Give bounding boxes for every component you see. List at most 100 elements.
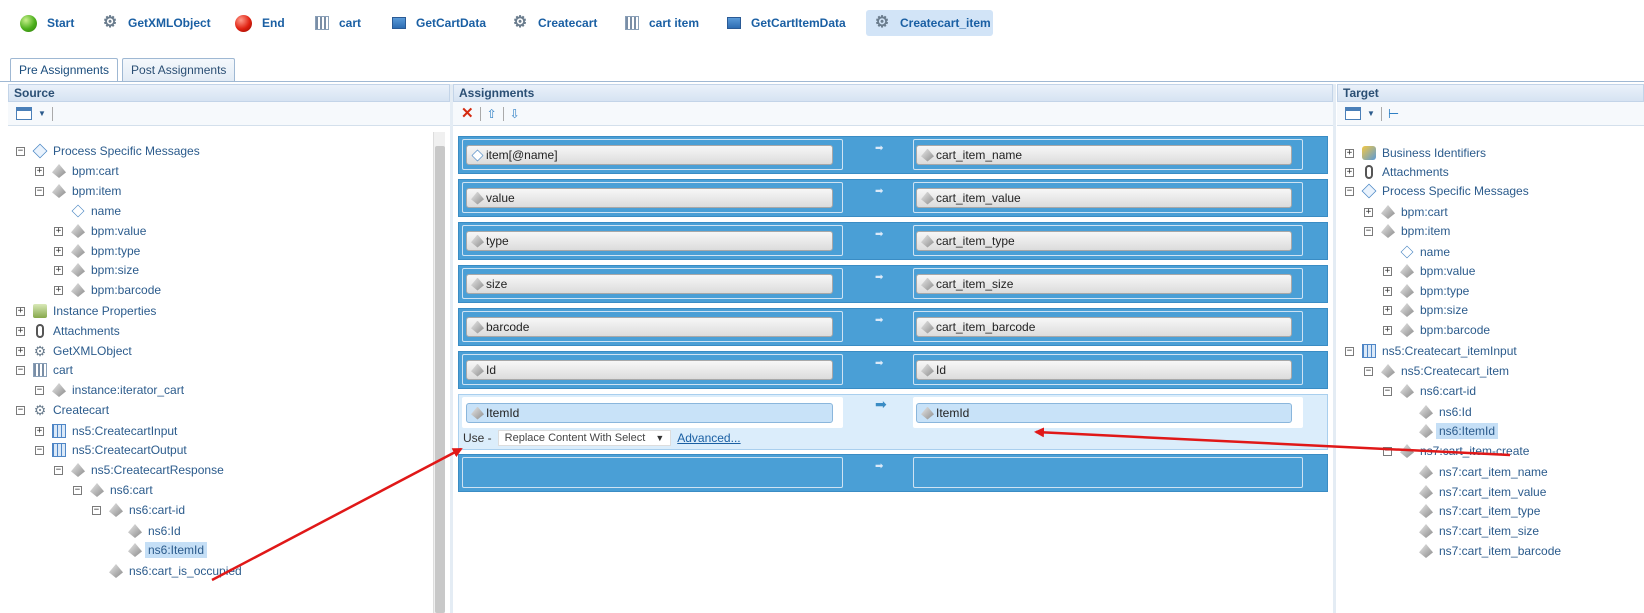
toolbar-item-start[interactable]: Start <box>12 10 84 36</box>
collapse-icon[interactable]: − <box>35 385 44 395</box>
tree-node[interactable]: − ns6:cart <box>73 481 153 499</box>
collapse-icon[interactable]: − <box>54 465 63 475</box>
tree-node[interactable]: + bpm:size <box>54 261 139 279</box>
source-field[interactable]: Id <box>466 360 833 380</box>
toolbar-item-getxmlobject[interactable]: ⚙ GetXMLObject <box>94 10 221 36</box>
collapse-icon[interactable]: − <box>1364 366 1373 376</box>
target-field[interactable]: cart_item_type <box>916 231 1292 251</box>
assignment-row[interactable]: Id Id ➡ <box>458 351 1328 389</box>
collapse-icon[interactable]: − <box>35 445 44 455</box>
target-field[interactable]: cart_item_barcode <box>916 317 1292 337</box>
tree-node[interactable]: − ns5:CreatecartResponse <box>54 461 224 479</box>
expand-icon[interactable]: + <box>1383 305 1392 315</box>
tree-node[interactable]: − Process Specific Messages <box>16 142 200 160</box>
target-field[interactable]: Id <box>916 360 1292 380</box>
advanced-link[interactable]: Advanced... <box>677 431 740 445</box>
assignment-row[interactable]: ➡ <box>458 454 1328 492</box>
tree-node[interactable]: − bpm:item <box>1364 222 1450 240</box>
expand-icon[interactable]: + <box>35 166 44 176</box>
toolbar-item-createcart[interactable]: ⚙ Createcart <box>504 10 607 36</box>
tree-node[interactable]: − instance:iterator_cart <box>35 381 184 399</box>
tree-node[interactable]: ns7:cart_item_type <box>1402 502 1540 520</box>
tree-node[interactable]: + bpm:cart <box>35 162 119 180</box>
expand-icon[interactable]: + <box>1383 325 1392 335</box>
tree-node[interactable]: − ns6:cart-id <box>92 501 185 519</box>
collapse-icon[interactable]: − <box>35 186 44 196</box>
source-field[interactable]: type <box>466 231 833 251</box>
expand-icon[interactable]: + <box>54 285 63 295</box>
tree-node[interactable]: ns6:ItemId <box>111 541 208 559</box>
tree-node[interactable]: − ns7:cart_item-create <box>1383 442 1529 460</box>
tree-node[interactable]: + Attachments <box>16 322 120 340</box>
tree-structure-icon[interactable]: ⊢ <box>1388 106 1399 122</box>
target-field[interactable]: cart_item_name <box>916 145 1292 165</box>
expand-icon[interactable]: + <box>1345 148 1354 158</box>
collapse-icon[interactable]: − <box>1364 226 1373 236</box>
tree-node[interactable]: ns7:cart_item_name <box>1402 463 1548 481</box>
source-field[interactable]: barcode <box>466 317 833 337</box>
view-icon[interactable] <box>16 107 32 120</box>
assignment-row[interactable]: item[@name] cart_item_name ➡ <box>458 136 1328 174</box>
tree-node[interactable]: ns7:cart_item_barcode <box>1402 542 1561 560</box>
source-scrollbar[interactable] <box>433 132 445 613</box>
expand-icon[interactable]: + <box>1364 207 1373 217</box>
expand-icon[interactable]: + <box>54 265 63 275</box>
tree-node[interactable]: + Attachments <box>1345 163 1449 181</box>
tree-node[interactable]: + bpm:barcode <box>1383 321 1490 339</box>
view-icon[interactable] <box>1345 107 1361 120</box>
tree-node[interactable]: ns6:Id <box>111 522 181 540</box>
collapse-icon[interactable]: − <box>73 485 82 495</box>
collapse-icon[interactable]: − <box>16 365 25 375</box>
expand-icon[interactable]: + <box>54 246 63 256</box>
expand-icon[interactable]: + <box>1345 167 1354 177</box>
toolbar-item-getcartitemdata[interactable]: GetCartItemData <box>719 10 856 36</box>
move-up-icon[interactable]: ⇧ <box>487 107 497 121</box>
tab-post-assignments[interactable]: Post Assignments <box>122 58 236 81</box>
target-field[interactable]: ItemId <box>916 403 1292 423</box>
tree-node[interactable]: ns6:ItemId <box>1402 422 1499 440</box>
collapse-icon[interactable]: − <box>1345 186 1354 196</box>
tree-node[interactable]: ns6:Id <box>1402 403 1472 421</box>
tree-node[interactable]: + bpm:size <box>1383 301 1468 319</box>
tree-node[interactable]: + ⚙ GetXMLObject <box>16 342 132 360</box>
expand-icon[interactable]: + <box>54 226 63 236</box>
toolbar-item-end[interactable]: End <box>227 10 295 36</box>
source-field[interactable]: item[@name] <box>466 145 833 165</box>
tree-node[interactable]: + bpm:type <box>1383 282 1469 300</box>
panel-splitter[interactable] <box>1333 84 1336 613</box>
tree-node[interactable]: − cart <box>16 361 73 379</box>
chevron-down-icon[interactable]: ▼ <box>1367 109 1375 118</box>
collapse-icon[interactable]: − <box>16 405 25 415</box>
chevron-down-icon[interactable]: ▼ <box>38 109 46 118</box>
collapse-icon[interactable]: − <box>92 505 101 515</box>
expand-icon[interactable]: + <box>16 326 25 336</box>
expand-icon[interactable]: + <box>16 346 25 356</box>
tree-node[interactable]: + Business Identifiers <box>1345 144 1486 162</box>
collapse-icon[interactable]: − <box>1383 446 1392 456</box>
target-cell[interactable] <box>913 457 1303 488</box>
tree-node[interactable]: + Instance Properties <box>16 302 156 320</box>
use-mode-select[interactable]: Replace Content With Select ▼ <box>497 430 672 446</box>
tree-node[interactable]: name <box>1383 243 1450 261</box>
tree-node[interactable]: + ns5:CreatecartInput <box>35 422 177 440</box>
collapse-icon[interactable]: − <box>1383 386 1392 396</box>
tree-node[interactable]: + bpm:value <box>54 222 146 240</box>
expand-icon[interactable]: + <box>1383 266 1392 276</box>
tree-node[interactable]: − ns5:Createcart_item <box>1364 362 1509 380</box>
tree-node[interactable]: ns6:cart_is_occupied <box>92 562 242 580</box>
tree-node[interactable]: − bpm:item <box>35 182 121 200</box>
assignment-row[interactable]: size cart_item_size ➡ <box>458 265 1328 303</box>
toolbar-item-getcartdata[interactable]: GetCartData <box>384 10 496 36</box>
tree-node[interactable]: − ns5:CreatecartOutput <box>35 441 187 459</box>
assignment-row[interactable]: ItemId ItemId ➡ Use - Replace Content With S… <box>458 394 1328 450</box>
toolbar-item-cart[interactable]: cart <box>307 10 371 36</box>
target-field[interactable]: cart_item_value <box>916 188 1292 208</box>
collapse-icon[interactable]: − <box>1345 346 1354 356</box>
tree-node[interactable]: + bpm:cart <box>1364 203 1448 221</box>
target-field[interactable]: cart_item_size <box>916 274 1292 294</box>
tree-node[interactable]: + bpm:type <box>54 242 140 260</box>
source-field[interactable]: ItemId <box>466 403 833 423</box>
assignment-row[interactable]: value cart_item_value ➡ <box>458 179 1328 217</box>
tree-node[interactable]: ns7:cart_item_size <box>1402 522 1539 540</box>
assignment-row[interactable]: type cart_item_type ➡ <box>458 222 1328 260</box>
